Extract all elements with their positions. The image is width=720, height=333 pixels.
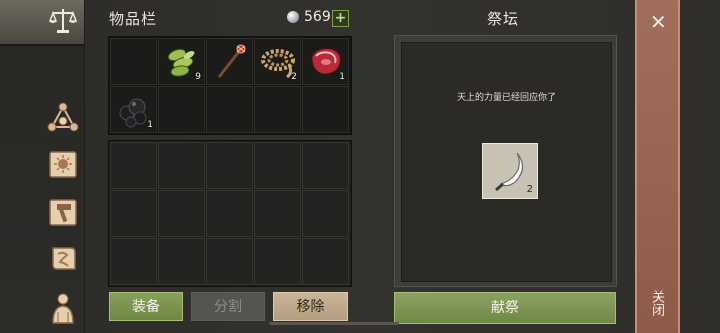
inventory-slot[interactable] (206, 238, 253, 285)
inventory-slot[interactable] (110, 142, 157, 189)
inventory-grid-top: 9 2 1 1 (108, 36, 352, 135)
inventory-title: 物品栏 (109, 10, 158, 28)
inventory-slot[interactable] (302, 86, 349, 133)
currency-count: 569 (304, 9, 331, 25)
offer-button[interactable]: 献祭 (394, 292, 616, 324)
inventory-slot[interactable] (206, 142, 253, 189)
game-screen: 物品栏 569 + 9 2 1 1 装备 分割 移除 祭坛 天上的力量已经回应你… (0, 0, 720, 333)
scales-icon[interactable] (46, 3, 80, 37)
inventory-slot[interactable] (206, 38, 253, 85)
remove-button[interactable]: 移除 (273, 292, 348, 321)
silver-gem-icon (287, 11, 299, 23)
character-icon[interactable] (46, 290, 80, 324)
right-edge (680, 0, 720, 333)
inventory-slot[interactable]: 1 (110, 86, 157, 133)
sun-book-icon[interactable] (46, 147, 80, 181)
inventory-slot[interactable]: 2 (254, 38, 301, 85)
inventory-slot[interactable] (158, 142, 205, 189)
item-quantity: 2 (526, 184, 533, 195)
inventory-slot[interactable] (254, 86, 301, 133)
altar-inner: 天上的力量已经回应你了 2 (401, 42, 612, 282)
triangle-nodes-icon[interactable] (46, 101, 80, 135)
sickle-icon (495, 152, 524, 192)
add-currency-button[interactable]: + (332, 10, 349, 27)
inventory-slot[interactable] (110, 238, 157, 285)
inventory-slot[interactable] (206, 190, 253, 237)
altar-panel: 天上的力量已经回应你了 2 (394, 35, 617, 287)
inventory-slot[interactable] (158, 190, 205, 237)
equip-button[interactable]: 装备 (109, 292, 183, 321)
inventory-slot[interactable] (158, 238, 205, 285)
scroll-icon[interactable] (46, 242, 80, 276)
inventory-slot[interactable] (254, 142, 301, 189)
inventory-grid-bottom (108, 140, 352, 287)
inventory-slot[interactable] (254, 238, 301, 285)
inventory-slot[interactable]: 9 (158, 38, 205, 85)
inventory-slot[interactable] (302, 238, 349, 285)
inventory-slot[interactable] (158, 86, 205, 133)
item-quantity: 1 (339, 72, 345, 82)
item-quantity: 2 (291, 72, 297, 82)
close-label[interactable]: 关闭 (648, 290, 664, 316)
item-quantity: 9 (195, 72, 201, 82)
close-icon[interactable]: ✕ (650, 10, 667, 34)
altar-offer-slot[interactable]: 2 (482, 143, 538, 199)
left-sidebar (0, 0, 85, 333)
altar-message: 天上的力量已经回应你了 (456, 93, 556, 103)
close-panel-strip[interactable] (635, 0, 680, 333)
altar-title: 祭坛 (487, 10, 520, 28)
inventory-slot[interactable] (110, 190, 157, 237)
inventory-slot[interactable]: 1 (302, 38, 349, 85)
split-button[interactable]: 分割 (191, 292, 265, 321)
scroll-indicator (269, 322, 399, 325)
inventory-slot[interactable] (206, 86, 253, 133)
inventory-slot[interactable] (302, 142, 349, 189)
magic-staff-icon (217, 44, 246, 78)
inventory-slot[interactable] (254, 190, 301, 237)
inventory-slot[interactable] (302, 190, 349, 237)
item-quantity: 1 (147, 120, 153, 130)
hammer-map-icon[interactable] (46, 195, 80, 229)
inventory-slot[interactable] (110, 38, 157, 85)
